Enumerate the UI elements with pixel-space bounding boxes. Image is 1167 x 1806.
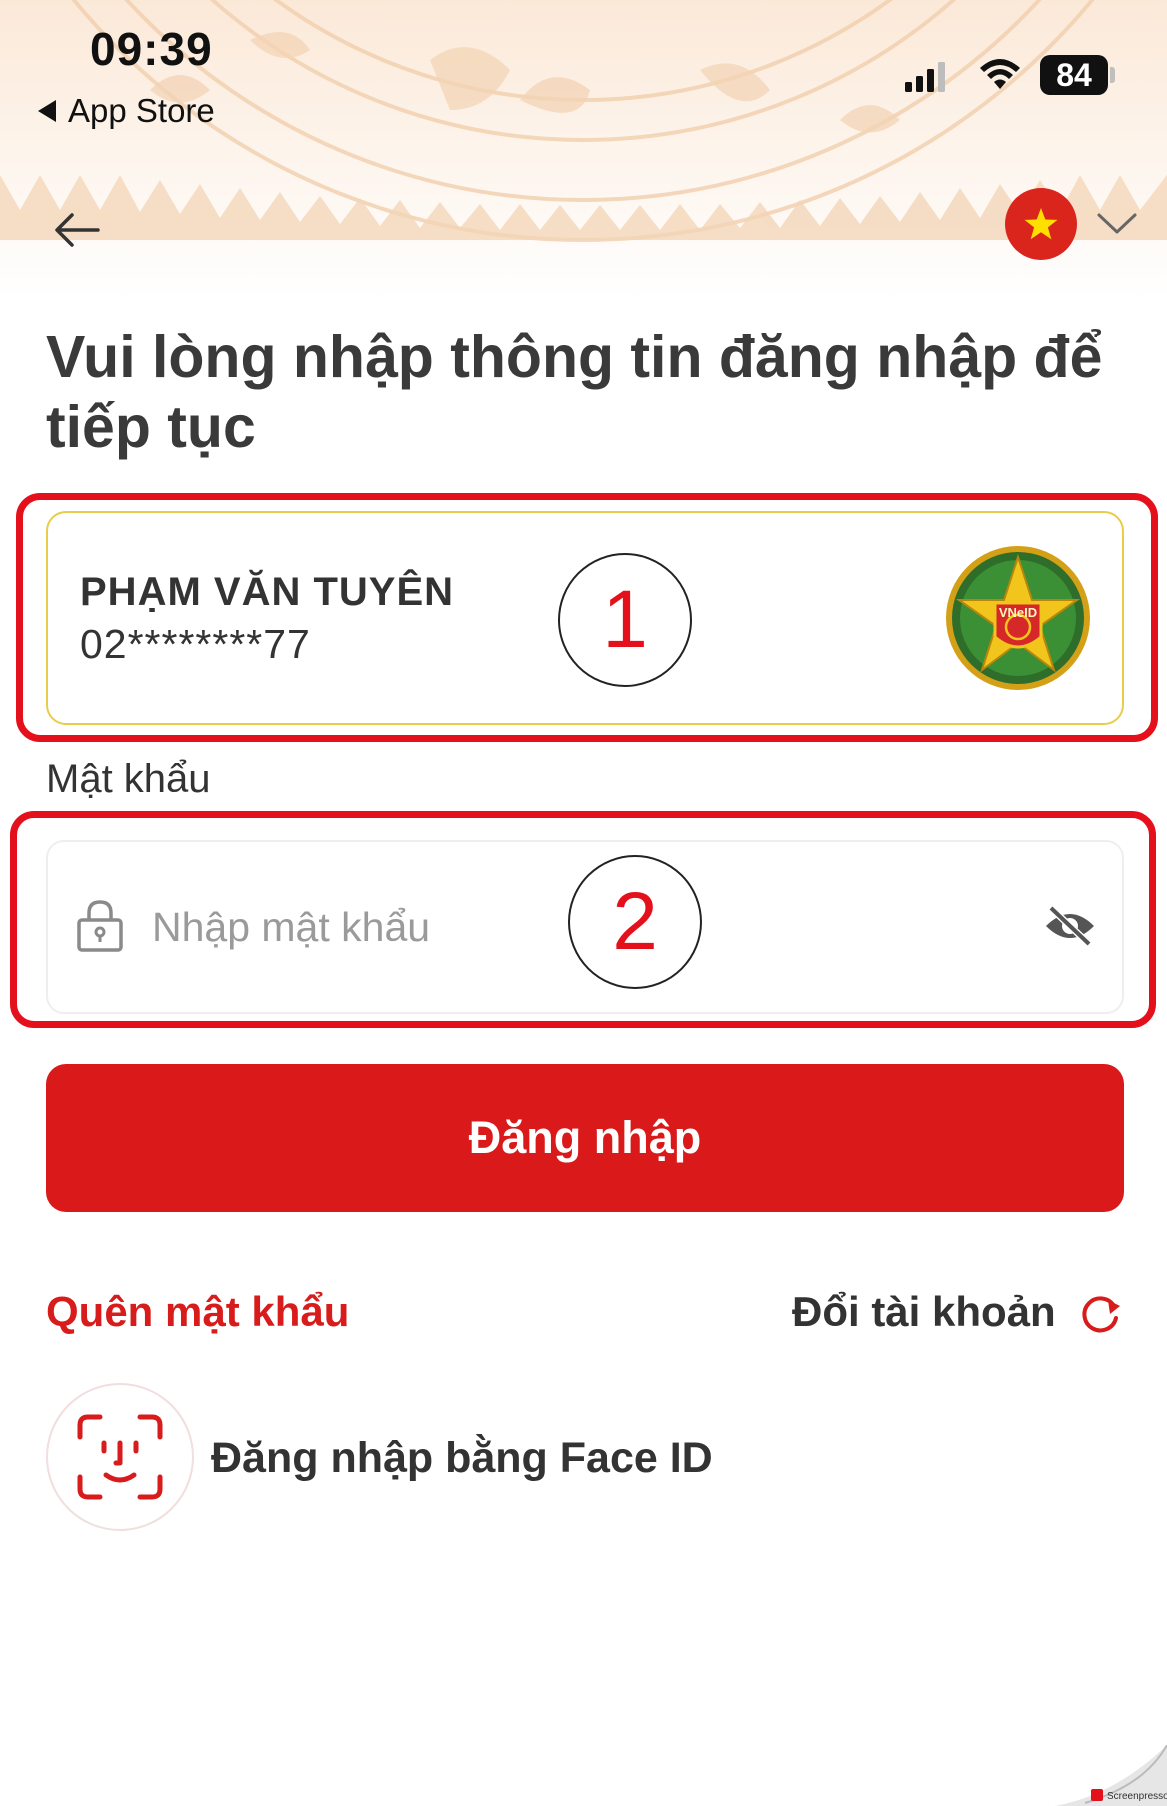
screenpresso-watermark: Screenpresso xyxy=(1055,1744,1167,1806)
back-app-label: App Store xyxy=(68,92,215,129)
chevron-down-icon[interactable] xyxy=(1096,210,1138,238)
cellular-signal-icon xyxy=(905,62,947,92)
refresh-icon[interactable] xyxy=(1078,1292,1122,1336)
vietnam-flag-icon[interactable] xyxy=(1005,188,1077,260)
switch-account-link[interactable]: Đổi tài khoản xyxy=(792,1288,1056,1336)
annotation-marker-1: 1 xyxy=(558,553,692,687)
back-to-app-store[interactable]: App Store xyxy=(38,92,215,130)
face-id-label[interactable]: Đăng nhập bằng Face ID xyxy=(211,1434,713,1483)
password-label: Mật khẩu xyxy=(46,757,211,801)
wifi-icon xyxy=(978,56,1022,92)
forgot-password-link[interactable]: Quên mật khẩu xyxy=(46,1288,349,1336)
back-triangle-icon xyxy=(38,100,56,122)
face-id-icon xyxy=(76,1413,164,1501)
back-arrow-icon[interactable] xyxy=(52,210,102,250)
status-time: 09:39 xyxy=(90,23,213,75)
page-title: Vui lòng nhập thông tin đăng nhập để tiế… xyxy=(46,324,1103,460)
watermark-text: Screenpresso xyxy=(1107,1791,1167,1802)
login-button[interactable]: Đăng nhập xyxy=(46,1064,1124,1212)
battery-indicator: 84 xyxy=(1040,55,1108,95)
annotation-marker-2: 2 xyxy=(568,855,702,989)
battery-cap xyxy=(1110,67,1115,83)
